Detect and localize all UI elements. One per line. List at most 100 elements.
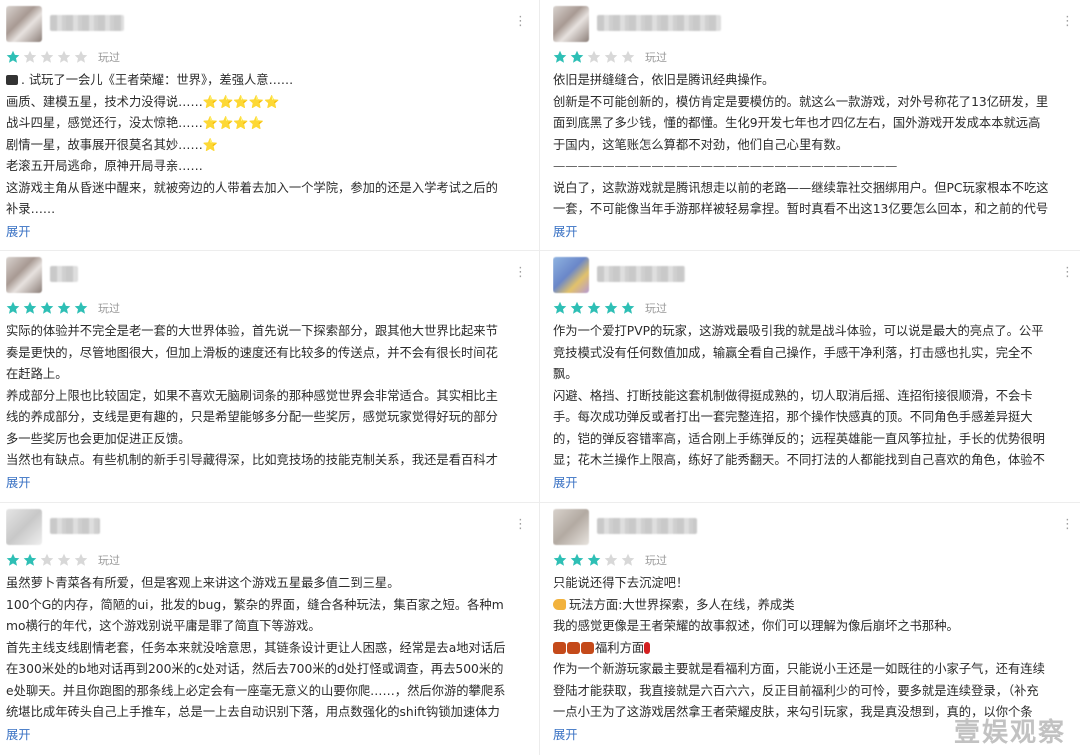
rating-stars [553,50,635,64]
review-line: 这游戏主角从昏迷中醒来，就被旁边的人带着去加入一个学院，参加的还是入学考试之后的 [6,180,498,195]
star-filled-icon [621,301,635,315]
review-line: 作为一个爱打PVP的玩家，这游戏最吸引我的就是战斗体验，可以说是最大的亮点了。公… [553,324,1044,338]
red-marker-icon [644,641,651,654]
review-text: 作为一个爱打PVP的玩家，这游戏最吸引我的就是战斗体验，可以说是最大的亮点了。公… [553,321,1073,472]
username-blurred[interactable] [597,266,685,282]
avatar[interactable] [6,509,42,545]
row-divider [540,502,1080,503]
star-filled-icon [570,301,584,315]
review-line: 战斗四星，感觉还行，没太惊艳……⭐⭐⭐⭐ [6,116,264,130]
review-line: 说白了，这款游戏就是腾讯想走以前的老路——继续靠社交捆绑用户。但PC玩家根本不吃… [553,180,1049,195]
review-line: 手。每次成功弹反或者打出一套完整连招，那个操作快感真的顶。不同角色手感差异挺大 [553,410,1033,424]
review-line: 依旧是拼缝缝合，依旧是腾讯经典操作。 [553,73,775,87]
avatar[interactable] [553,257,589,293]
star-empty-icon [604,553,618,567]
username-blurred[interactable] [597,15,721,31]
review-line: 竞技模式没有任何数值加成，输赢全看自己操作，手感干净利落，打击感也扎实，完全不 [553,345,1033,360]
review-card: ⋮ 玩过 作为一个爱打PVP的玩家，这游戏最吸引我的就是战斗体验，可以说是最大的… [553,255,1073,493]
review-text: 实际的体验并不完全是老一套的大世界体验，首先说一下探索部分，跟其他大世界比起来节… [6,321,526,472]
review-line: 显；花木兰操作上限高，练好了能秀翻天。不同打法的人都能找到自己喜欢的角色，体验不 [553,453,1045,467]
review-line: 飘。 [553,367,578,381]
star-filled-icon [6,301,20,315]
expand-link[interactable]: 展开 [553,222,578,242]
username-blurred[interactable] [50,518,100,534]
played-label: 玩过 [98,303,120,315]
avatar[interactable] [553,6,589,42]
column-divider [539,0,540,755]
review-line: 面到底黑了多少钱，懂的都懂。生化9开发七年也才四亿左右，国外游戏开发成本本就远高 [553,116,1041,130]
star-filled-icon [604,301,618,315]
review-line: 我的感觉更像是王者荣耀的故事叙述，你们可以理解为像后崩坏之书那种。 [553,619,959,633]
review-line: 线的养成部分，支线是更有趣的，只是希望能够多分配一些奖厉，感觉玩家觉得好玩的部分 [6,410,498,424]
more-options-icon[interactable]: ⋮ [1061,266,1073,279]
review-line: 于国内，这笔账怎么算都不对劲，他们自己心里有数。 [553,137,849,152]
review-line: 一套，不可能像当年手游那样被轻易拿捏。暂时真看不出这13亿要怎么回本，和之前的代… [553,202,1049,216]
review-line: mo横行的年代，这个游戏别说平庸是罪了简直下等游戏。 [6,619,321,633]
more-options-icon[interactable]: ⋮ [1061,15,1073,28]
review-card: ⋮ 玩过 . 试玩了一会儿《王者荣耀：世界》，差强人意…… 画质、建模五星，技术… [6,4,526,242]
star-empty-icon [57,50,71,64]
star-filled-icon [23,553,37,567]
avatar[interactable] [6,6,42,42]
gift-icon [581,641,594,654]
avatar[interactable] [553,509,589,545]
username-blurred[interactable] [597,518,697,534]
expand-link[interactable]: 展开 [553,725,578,745]
star-filled-icon [6,50,20,64]
star-filled-icon [23,301,37,315]
star-filled-icon [74,301,88,315]
review-line: 福利方面 [553,638,1073,660]
star-filled-icon [587,301,601,315]
more-options-icon[interactable]: ⋮ [514,518,526,531]
reviews-grid: ⋮ 玩过 . 试玩了一会儿《王者荣耀：世界》，差强人意…… 画质、建模五星，技术… [0,0,1080,755]
expand-link[interactable]: 展开 [6,473,31,493]
played-label: 玩过 [645,52,667,64]
rating-stars [553,301,635,315]
username-blurred[interactable] [50,15,124,31]
more-options-icon[interactable]: ⋮ [1061,518,1073,531]
review-line: 统堪比成年砖头自己上手推车，总是一上去自动识别下落，用点数强化的shift钩锁加… [6,705,500,719]
star-filled-icon [553,50,567,64]
review-line: 作为一个新游玩家最主要就是看福利方面，只能说小王还是一如既往的小家子气，还有连续 [553,662,1045,676]
watermark: 壹娱观察 [953,718,1066,748]
more-options-icon[interactable]: ⋮ [514,15,526,28]
played-label: 玩过 [98,555,120,567]
review-line: e处聊天。并且你跑图的那条线上必定会有一座毫无意义的山要你爬……，然后你游的攀爬… [6,683,506,698]
review-line: 玩法方面:大世界探索，多人在线，养成类 [553,595,1073,617]
star-empty-icon [40,50,54,64]
star-filled-icon [553,301,567,315]
star-empty-icon [57,553,71,567]
review-line: . 试玩了一会儿《王者荣耀：世界》，差强人意…… [6,70,526,92]
played-label: 玩过 [98,52,120,64]
star-filled-icon [6,553,20,567]
review-line: 画质、建模五星，技术力没得说……⭐⭐⭐⭐⭐ [6,94,280,109]
row-divider [540,250,1080,251]
review-line: 在300米处的b地对话再到200米的c处对话，然后去700米的d处打怪或调查，再… [6,662,504,676]
review-card: ⋮ 玩过 实际的体验并不完全是老一套的大世界体验，首先说一下探索部分，跟其他大世… [6,255,526,493]
expand-link[interactable]: 展开 [6,222,31,242]
star-filled-icon [57,301,71,315]
review-text: 只能说还得下去沉淀吧！ 玩法方面:大世界探索，多人在线，养成类 我的感觉更像是王… [553,573,1073,724]
avatar[interactable] [6,257,42,293]
star-empty-icon [74,553,88,567]
expand-link[interactable]: 展开 [6,725,31,745]
review-text: 依旧是拼缝缝合，依旧是腾讯经典操作。 创新是不可能创新的，模仿肯定是要模仿的。就… [553,70,1073,221]
rating-stars [6,553,88,567]
gamepad-icon [6,75,18,85]
star-filled-icon [40,301,54,315]
more-options-icon[interactable]: ⋮ [514,266,526,279]
star-empty-icon [604,50,618,64]
expand-link[interactable]: 展开 [553,473,578,493]
review-line: ———————————————————————————— [553,159,898,173]
review-line: 奏是更快的，尽管地图很大，但加上滑板的速度还有比较多的传送点，并不会有很长时间花 [6,345,498,360]
review-line: 老滚五开局逃命，原神开局寻亲…… [6,159,203,173]
played-label: 玩过 [645,555,667,567]
review-line: 创新是不可能创新的，模仿肯定是要模仿的。就这么一款游戏，对外号称花了13亿研发，… [553,94,1049,109]
username-blurred[interactable] [50,266,78,282]
review-line: 闪避、格挡、打断技能这套机制做得挺成熟的，切人取消后摇、连招衔接很顺滑，不会卡 [553,388,1033,403]
review-line: 登陆才能获取，我直接就是六百六六，反正目前福利少的可怜，要多就是连续登录，（补充 [553,683,1039,698]
review-text: . 试玩了一会儿《王者荣耀：世界》，差强人意…… 画质、建模五星，技术力没得说…… [6,70,526,221]
pointing-hand-icon [553,598,566,610]
review-line: 补录…… [6,202,56,216]
star-filled-icon [553,553,567,567]
